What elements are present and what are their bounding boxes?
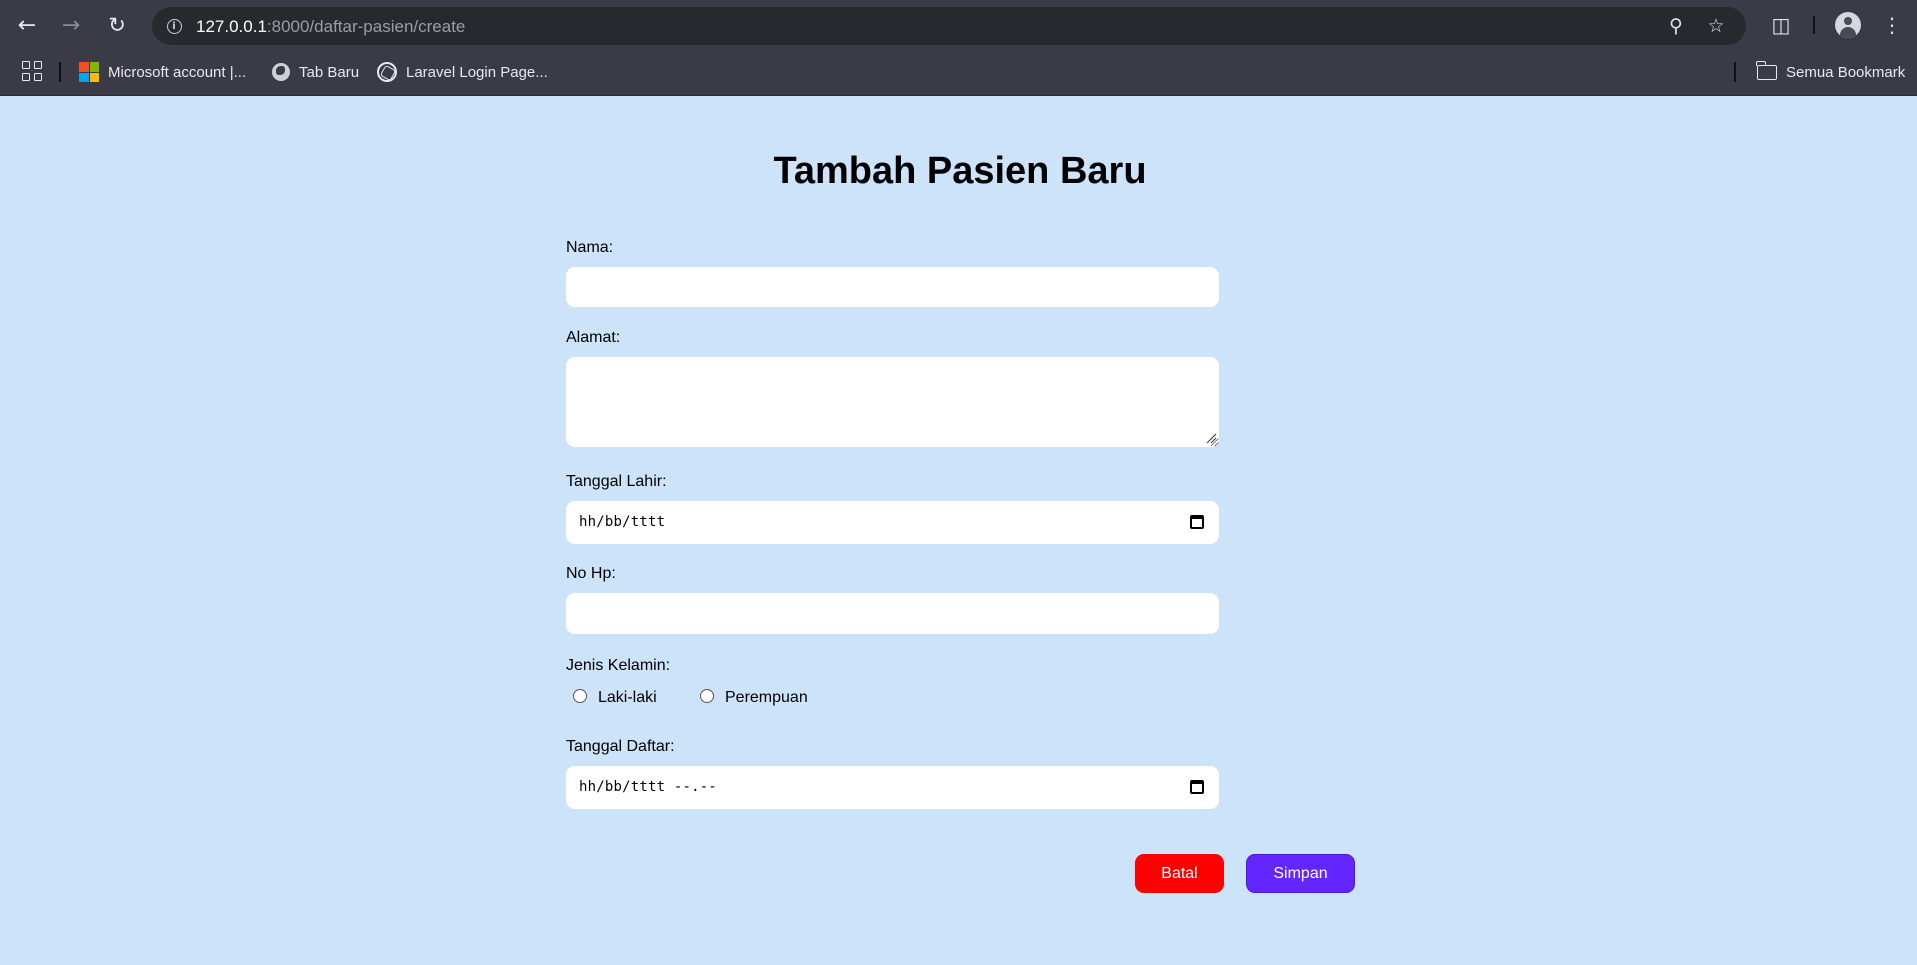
nama-input[interactable]	[566, 267, 1219, 307]
batal-button[interactable]: Batal	[1135, 854, 1224, 893]
all-bookmarks-label: Semua Bookmark	[1786, 63, 1906, 81]
zoom-icon[interactable]: ⚲	[1662, 12, 1690, 40]
toolbar-divider	[1813, 16, 1815, 34]
puzzle-icon[interactable]: ◫	[1766, 10, 1796, 40]
reload-icon[interactable]: ↻	[101, 9, 133, 41]
back-arrow-icon[interactable]: ←	[11, 9, 43, 41]
radio-perempuan[interactable]	[700, 689, 714, 703]
globe-icon	[272, 63, 290, 81]
alamat-textarea[interactable]	[566, 357, 1219, 447]
tanggal-daftar-input[interactable]	[566, 766, 1219, 809]
url-text[interactable]: 127.0.0.1:8000/daftar-pasien/create	[196, 17, 465, 37]
address-bar[interactable]: i 127.0.0.1:8000/daftar-pasien/create ⚲ …	[152, 7, 1746, 45]
apps-grid-icon[interactable]	[22, 61, 42, 81]
tanggal-lahir-label: Tanggal Lahir:	[566, 473, 667, 490]
tanggal-lahir-input[interactable]	[566, 501, 1219, 544]
openai-icon	[377, 62, 397, 82]
jenis-kelamin-label: Jenis Kelamin:	[566, 657, 671, 674]
bookmark-microsoft-account[interactable]: Microsoft account |...	[79, 59, 246, 85]
browser-toolbar: ← → ↻ i 127.0.0.1:8000/daftar-pasien/cre…	[0, 0, 1917, 50]
simpan-button[interactable]: Simpan	[1246, 854, 1355, 893]
bookmarks-divider-right	[1734, 62, 1736, 82]
url-host: 127.0.0.1	[196, 17, 267, 36]
folder-icon	[1756, 60, 1777, 80]
tanggal-daftar-label: Tanggal Daftar:	[566, 738, 675, 755]
bookmarks-divider	[59, 62, 61, 82]
star-icon[interactable]: ☆	[1702, 12, 1730, 40]
kebab-menu-icon[interactable]: ⋮	[1877, 10, 1907, 40]
page-title: Tambah Pasien Baru	[773, 150, 1147, 192]
bookmark-label: Tab Baru	[299, 63, 360, 81]
radio-label-laki-laki[interactable]: Laki-laki	[598, 689, 657, 707]
bookmark-label: Microsoft account |...	[108, 63, 247, 81]
calendar-icon[interactable]	[1190, 515, 1204, 529]
bookmark-tab-baru[interactable]: Tab Baru	[272, 59, 359, 85]
radio-laki-laki[interactable]	[573, 689, 587, 703]
radio-label-perempuan[interactable]: Perempuan	[725, 689, 808, 707]
no-hp-input[interactable]	[566, 593, 1219, 634]
no-hp-label: No Hp:	[566, 565, 616, 582]
all-bookmarks-button[interactable]: Semua Bookmark	[1756, 59, 1906, 85]
forward-arrow-icon[interactable]: →	[55, 9, 87, 41]
bookmark-label: Laravel Login Page...	[406, 63, 548, 81]
nama-label: Nama:	[566, 239, 614, 256]
avatar-icon[interactable]	[1835, 12, 1861, 38]
url-path: :8000/daftar-pasien/create	[266, 17, 466, 36]
info-icon[interactable]: i	[162, 14, 186, 38]
bookmarks-bar: Microsoft account |... Tab Baru Laravel …	[0, 50, 1917, 96]
alamat-label: Alamat:	[566, 329, 621, 346]
microsoft-icon	[79, 62, 99, 82]
calendar-icon[interactable]	[1190, 780, 1204, 794]
bookmark-laravel-login[interactable]: Laravel Login Page...	[377, 59, 548, 85]
